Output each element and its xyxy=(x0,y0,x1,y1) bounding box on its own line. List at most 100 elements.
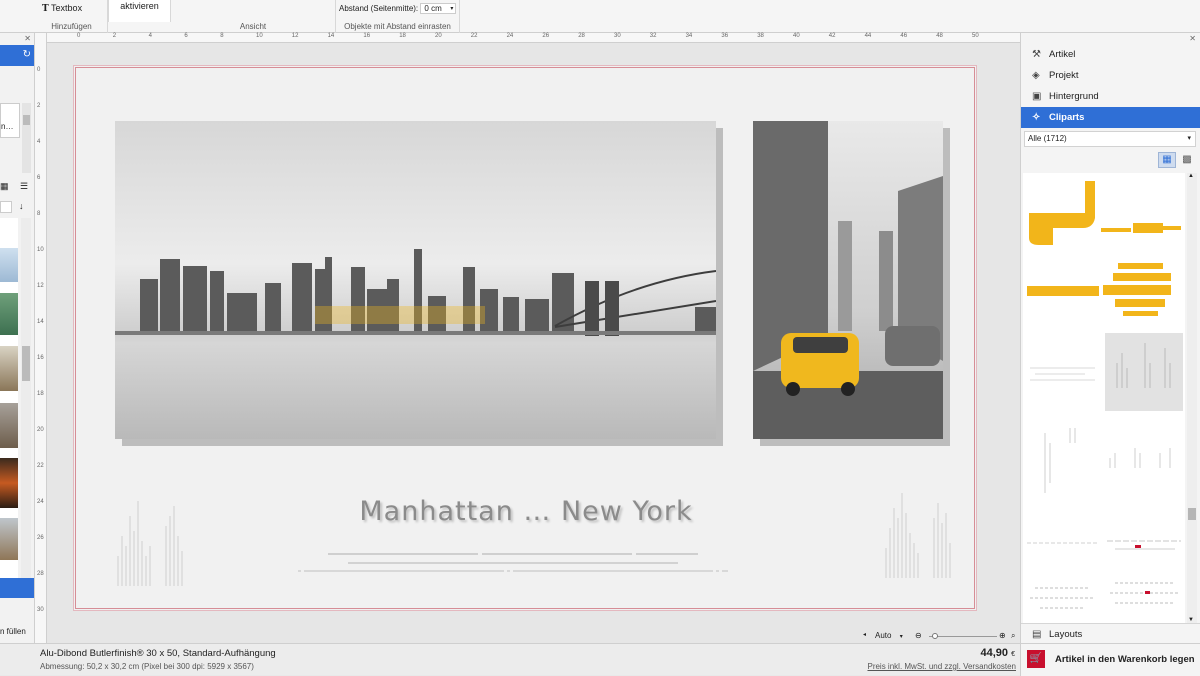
zoom-slider-handle[interactable] xyxy=(932,633,938,639)
thumbnail-street[interactable] xyxy=(0,518,18,560)
clipart-gallery xyxy=(1023,173,1185,623)
thumbnail-map[interactable] xyxy=(0,248,18,282)
thumbnail-statue[interactable] xyxy=(0,346,18,391)
ruler-tick-label: 32 xyxy=(649,33,657,39)
right-panel: ✕ ⚒ Artikel ◈ Projekt ▣ Hintergrund ✧ Clipar… xyxy=(1020,33,1200,643)
clipart-gray-5[interactable] xyxy=(1025,523,1100,563)
scroll-up-icon[interactable]: ▲ xyxy=(1188,173,1194,179)
canvas-title[interactable]: Manhattan … New York xyxy=(336,496,716,527)
ruler-tick-label: 16 xyxy=(37,355,44,361)
equalizer-decor-right xyxy=(885,493,951,578)
ruler-tick-label: 26 xyxy=(37,535,44,541)
ruler-tick-label: 10 xyxy=(256,33,263,39)
ruler-tick-label: 10 xyxy=(37,247,44,253)
list-view-icon[interactable]: ☰ xyxy=(20,181,28,192)
ruler-tick-label: 2 xyxy=(112,33,117,39)
fill-button[interactable]: n füllen xyxy=(0,627,26,636)
clipart-yellow-1[interactable] xyxy=(1023,173,1181,248)
ruler-tick-label: 42 xyxy=(828,33,836,39)
clipart-gray-4[interactable] xyxy=(1105,423,1183,503)
ruler-tick-label: 36 xyxy=(721,33,729,39)
sort-icon[interactable]: ↓ xyxy=(19,201,24,211)
ribbon-group-objekte: Abstand (Seitenmitte): 0 cm ▾ Objekte mi… xyxy=(336,0,460,33)
taxi-photo[interactable] xyxy=(753,121,943,439)
ruler-tick-label: 18 xyxy=(37,391,44,397)
clipart-gray-3[interactable] xyxy=(1025,423,1100,503)
ruler-tick-label: 30 xyxy=(37,607,44,613)
clipart-gray-8[interactable] xyxy=(1105,573,1183,623)
thumbnails-scrollbar[interactable] xyxy=(21,218,31,578)
clipart-gray-6[interactable] xyxy=(1105,523,1183,563)
large-grid-icon[interactable]: ▦ xyxy=(1158,152,1176,168)
clipart-filter-select[interactable]: Alle (1712) ▾ xyxy=(1024,131,1196,147)
abstand-select[interactable]: 0 cm ▾ xyxy=(420,3,457,14)
small-grid-icon[interactable]: ▩ xyxy=(1179,152,1195,168)
thumbnail-green[interactable] xyxy=(0,293,18,335)
panel-item-artikel[interactable]: ⚒ Artikel xyxy=(1021,44,1200,65)
chevron-down-icon: ▾ xyxy=(1187,135,1191,142)
price-note-link[interactable]: Preis inkl. MwSt. und zzgl. Versandkoste… xyxy=(867,662,1016,671)
ruler-tick-label: 40 xyxy=(793,33,800,39)
ruler-tick-label: 14 xyxy=(37,319,44,325)
clipart-gray-7[interactable] xyxy=(1025,573,1100,623)
left-scrollbar[interactable] xyxy=(22,103,31,173)
zoom-in-icon[interactable]: ⊕ xyxy=(999,631,1006,640)
left-list-item[interactable]: n… xyxy=(0,103,20,138)
ruler-tick-label: 28 xyxy=(578,33,585,39)
ruler-tick-label: 24 xyxy=(506,33,514,39)
ruler-tick-label: 6 xyxy=(184,33,188,39)
ruler-tick-label: 22 xyxy=(37,463,44,469)
ruler-tick-label: 46 xyxy=(900,33,908,39)
sort-select[interactable] xyxy=(0,201,12,213)
decorative-lines xyxy=(298,553,728,572)
clipart-yellow-2[interactable] xyxy=(1023,258,1181,323)
thumbnail-night[interactable] xyxy=(0,458,18,508)
street-graphic xyxy=(753,121,943,439)
zoom-out-icon[interactable]: ⊖ xyxy=(915,631,922,640)
right-panel-close-icon[interactable]: ✕ xyxy=(1189,34,1196,43)
scrollbar-thumb[interactable] xyxy=(1188,508,1196,520)
thumbnail-building[interactable] xyxy=(0,403,18,448)
left-selected-bar[interactable] xyxy=(0,578,34,598)
add-to-cart-button[interactable]: 🛒 Artikel in den Warenkorb legen xyxy=(1020,644,1200,676)
image-icon: ▣ xyxy=(1032,91,1042,102)
ruler-tick-label: 24 xyxy=(37,499,44,505)
ribbon-group-ansicht: Ansicht xyxy=(108,0,336,33)
ruler-tick-label: 34 xyxy=(685,33,693,39)
panel-item-hintergrund[interactable]: ▣ Hintergrund xyxy=(1021,86,1200,107)
left-panel-header[interactable]: ↻ xyxy=(0,45,34,66)
ruler-tick-label: 4 xyxy=(37,139,41,145)
skyline-photo[interactable] xyxy=(115,121,716,439)
layouts-icon: ▤ xyxy=(1032,629,1042,640)
abstand-label: Abstand (Seitenmitte): xyxy=(339,4,419,13)
zoom-mode-select[interactable]: Auto ▾ xyxy=(875,631,903,640)
clipart-gray-1[interactable] xyxy=(1025,348,1100,418)
zoom-slider[interactable] xyxy=(929,633,997,639)
clipart-scrollbar[interactable]: ▲ ▼ xyxy=(1187,173,1197,623)
left-panel-close-icon[interactable]: ✕ xyxy=(24,34,31,43)
horizontal-ruler: 0 2 4 6 8 10 12 14 16 18 20 22 24 26 28 30 32 34 36 38 40 42 4… xyxy=(47,33,1020,43)
ruler-tick-label: 18 xyxy=(399,33,406,39)
print-page[interactable]: Manhattan … New York xyxy=(75,67,975,609)
zoom-fit-icon[interactable]: ⌕ xyxy=(1011,631,1015,641)
equalizer-decor-left xyxy=(117,501,183,586)
zoom-left-icon[interactable]: ◂ xyxy=(863,631,866,638)
panel-item-projekt[interactable]: ◈ Projekt xyxy=(1021,65,1200,86)
refresh-icon[interactable]: ↻ xyxy=(23,49,31,60)
chevron-down-icon: ▾ xyxy=(899,634,903,640)
magic-icon: ✧ xyxy=(1032,112,1041,123)
ruler-tick-label: 14 xyxy=(327,33,335,39)
ruler-tick-label: 0 xyxy=(77,33,81,39)
grid-view-icon[interactable]: ▦ xyxy=(0,181,9,192)
product-dimensions: Abmessung: 50,2 x 30,2 cm (Pixel bei 300… xyxy=(40,662,254,671)
clipart-gray-2[interactable] xyxy=(1105,333,1183,411)
ruler-tick-label: 20 xyxy=(37,427,44,433)
ruler-tick-label: 0 xyxy=(37,67,41,73)
textbox-button[interactable]: T Textbox xyxy=(42,3,82,14)
price: 44,90 € xyxy=(980,647,1016,659)
chevron-down-icon: ▾ xyxy=(450,6,454,12)
panel-item-layouts[interactable]: ▤ Layouts xyxy=(1021,623,1200,644)
panel-item-cliparts[interactable]: ✧ Cliparts xyxy=(1021,107,1200,128)
design-canvas[interactable]: Manhattan … New York ◂ Auto ▾ ⊖ ⊕ ⌕ xyxy=(47,43,1020,643)
ruler-tick-label: 8 xyxy=(37,211,41,217)
